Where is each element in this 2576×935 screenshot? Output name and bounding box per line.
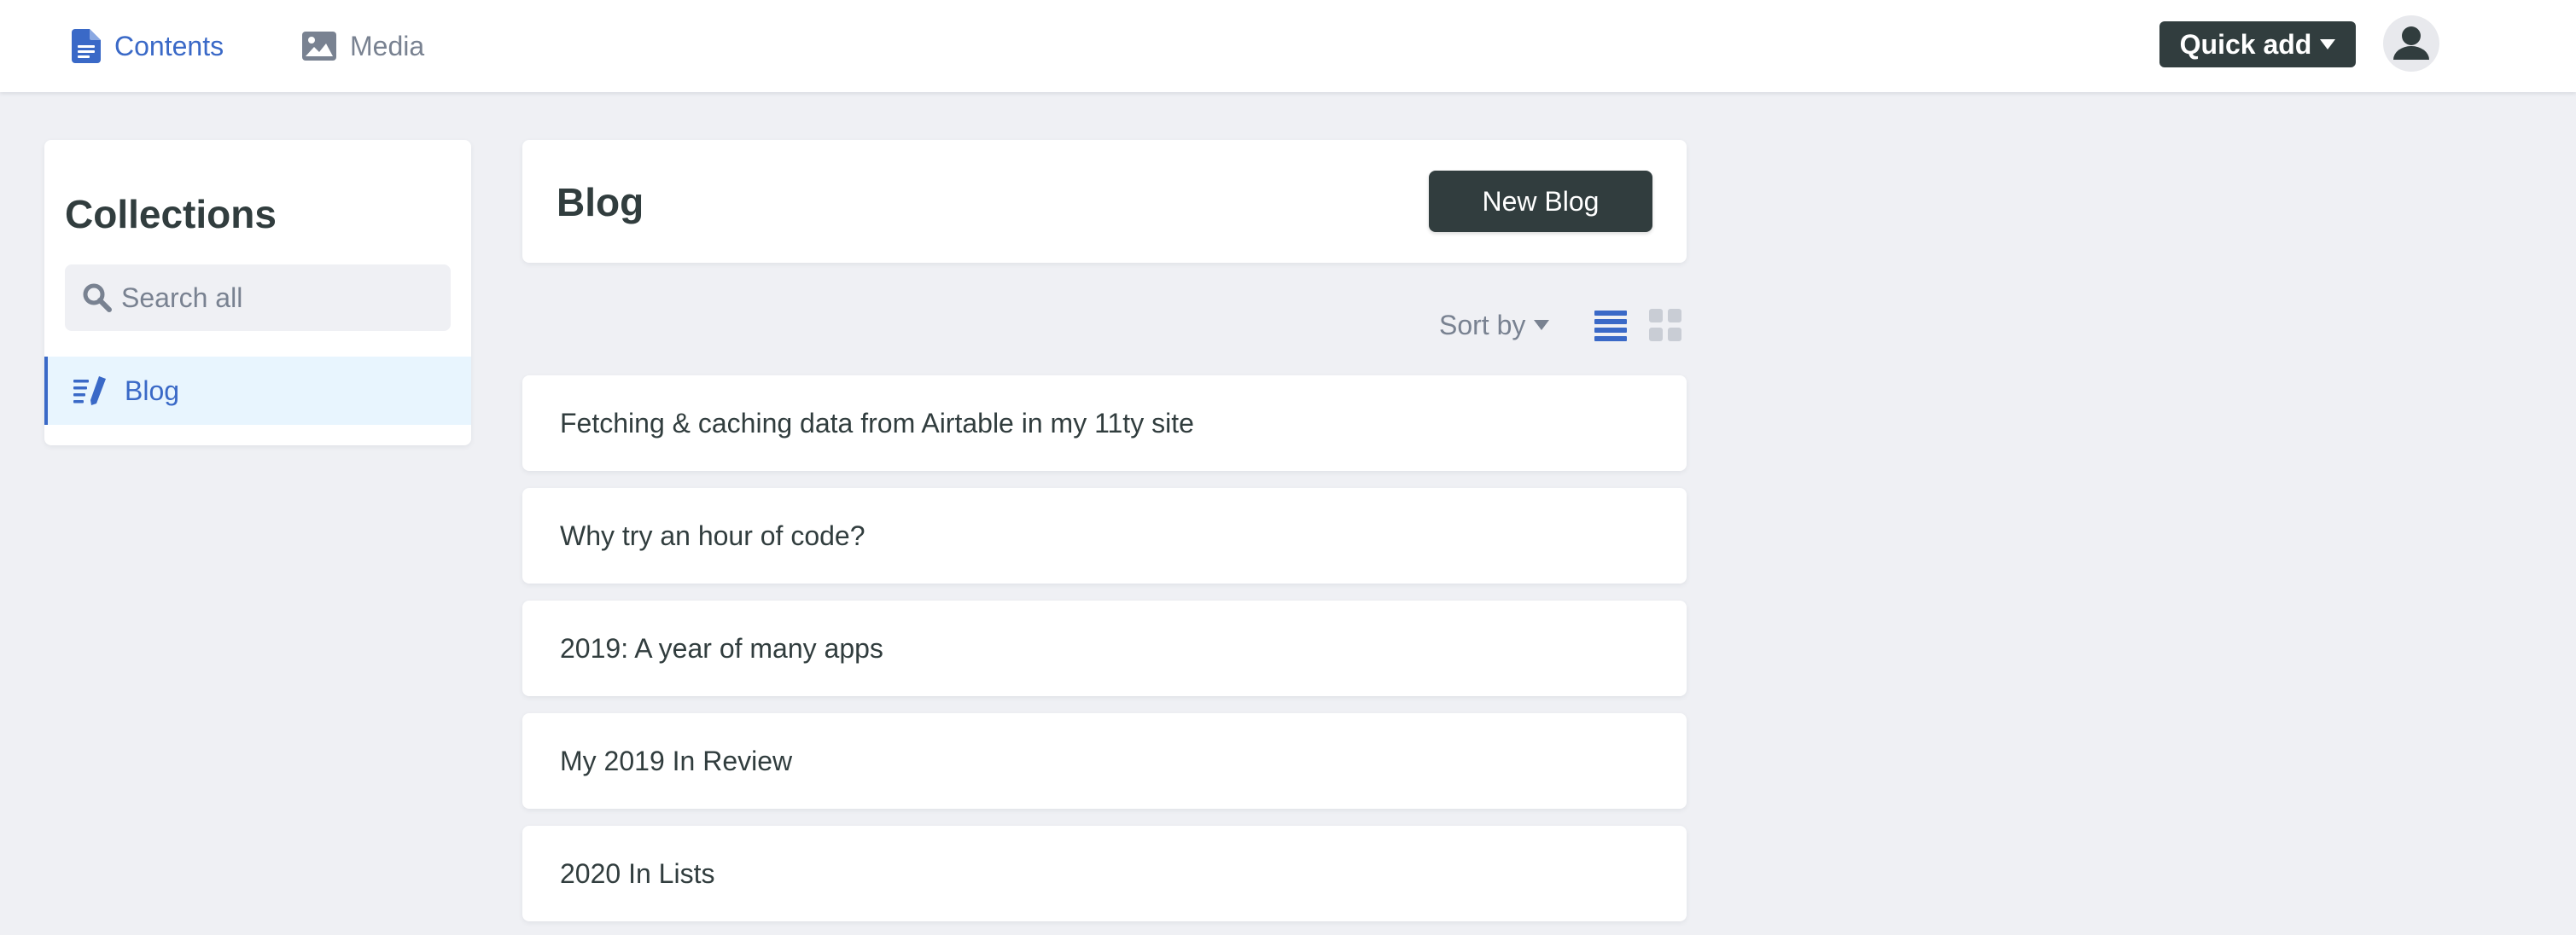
- image-icon: [302, 32, 336, 61]
- sort-by-dropdown[interactable]: Sort by: [1439, 305, 1550, 345]
- new-entry-button[interactable]: New Blog: [1429, 171, 1652, 232]
- document-icon: [72, 29, 101, 63]
- nav-media-label: Media: [350, 30, 425, 61]
- nav-contents-label: Contents: [114, 30, 224, 61]
- grid-view-toggle[interactable]: [1647, 307, 1683, 343]
- search-input[interactable]: [121, 282, 437, 314]
- edit-list-icon: [73, 376, 106, 405]
- search-box[interactable]: [65, 264, 451, 331]
- entry-title: 2020 In Lists: [560, 857, 715, 889]
- sidebar-item-label: Blog: [125, 375, 180, 406]
- entry-card[interactable]: Fetching & caching data from Airtable in…: [522, 375, 1687, 471]
- sort-by-label: Sort by: [1439, 309, 1526, 340]
- list-view-toggle[interactable]: [1593, 307, 1629, 343]
- entry-card[interactable]: Why try an hour of code?: [522, 488, 1687, 584]
- search-icon: [82, 282, 113, 313]
- nav-media[interactable]: Media: [302, 0, 424, 92]
- user-icon: [2383, 15, 2439, 72]
- list-view-icon: [1594, 309, 1627, 341]
- entry-title: Why try an hour of code?: [560, 520, 865, 551]
- entry-title: Fetching & caching data from Airtable in…: [560, 407, 1194, 438]
- quick-add-label: Quick add: [2179, 28, 2312, 60]
- page-title: Blog: [557, 180, 644, 224]
- entry-card[interactable]: My 2019 In Review: [522, 713, 1687, 809]
- nav-contents[interactable]: Contents: [72, 0, 224, 92]
- grid-view-icon: [1649, 309, 1681, 341]
- top-bar: Contents Media Quick add: [0, 0, 2576, 92]
- sidebar-item-blog[interactable]: Blog: [44, 357, 471, 425]
- quick-add-button[interactable]: Quick add: [2159, 21, 2356, 67]
- caret-down-icon: [2320, 39, 2336, 49]
- caret-down-icon: [1534, 320, 1550, 330]
- entry-card[interactable]: 2019: A year of many apps: [522, 601, 1687, 696]
- collection-header: Blog New Blog: [522, 140, 1687, 263]
- sidebar-title: Collections: [65, 192, 277, 236]
- avatar[interactable]: [2383, 15, 2439, 72]
- entry-title: My 2019 In Review: [560, 745, 793, 776]
- entry-card[interactable]: 2020 In Lists: [522, 826, 1687, 921]
- entry-title: 2019: A year of many apps: [560, 632, 883, 664]
- collections-sidebar: Collections Blog: [44, 140, 471, 445]
